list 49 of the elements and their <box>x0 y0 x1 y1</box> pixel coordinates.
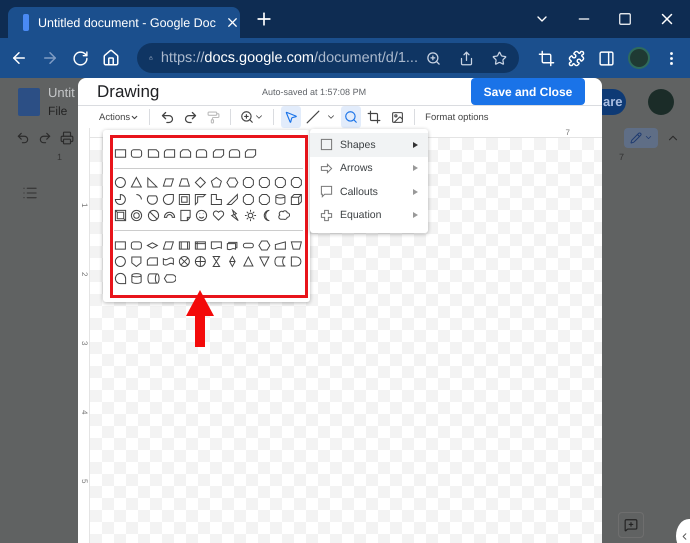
redo-icon[interactable] <box>182 110 198 124</box>
address-bar[interactable]: https://docs.google.com/document/d/1... <box>137 43 519 73</box>
ruler-number: 1 <box>79 203 89 210</box>
submenu-arrow-icon <box>413 142 418 148</box>
menu-item[interactable]: Shapes <box>310 133 428 156</box>
ruler-number: 3 <box>79 341 89 348</box>
format-options-button[interactable]: Format options <box>422 112 492 122</box>
reload-icon[interactable] <box>72 50 89 66</box>
submenu-arrow-icon <box>413 188 418 195</box>
ruler-number: 7 <box>566 128 570 137</box>
submenu-arrow-icon <box>413 165 418 172</box>
pointer-arrow <box>186 290 214 347</box>
speech-bubble-icon <box>320 185 333 198</box>
submenu-arrow-icon <box>413 212 418 218</box>
plus-icon <box>320 208 333 222</box>
dialog-title: Drawing <box>97 82 160 102</box>
menu-item[interactable]: Equation <box>310 204 428 227</box>
menu-item[interactable]: Arrows <box>310 156 428 180</box>
undo-icon[interactable] <box>160 110 175 124</box>
arrow-icon <box>320 162 333 175</box>
browser-tab[interactable]: Untitled document - Google Doc <box>8 7 240 38</box>
save-and-close-button[interactable]: Save and Close <box>471 78 585 105</box>
autosave-status: Auto-saved at 1:57:08 PM <box>262 86 366 96</box>
add-comment-button[interactable] <box>618 512 644 538</box>
profile-avatar[interactable] <box>648 88 674 114</box>
pointer-icon[interactable] <box>284 110 298 124</box>
side-panel-icon[interactable] <box>598 50 615 66</box>
extensions-icon[interactable] <box>568 50 585 66</box>
actions-menu[interactable]: Actions <box>96 112 142 122</box>
menu-item[interactable]: Callouts <box>310 180 428 204</box>
home-icon[interactable] <box>102 49 120 67</box>
image-icon[interactable] <box>390 110 404 124</box>
star-icon[interactable] <box>492 50 507 66</box>
square-icon <box>320 138 333 152</box>
ruler-number: 4 <box>79 410 89 416</box>
back-icon[interactable] <box>10 49 28 67</box>
comment-icon[interactable] <box>624 518 638 532</box>
ruler-number: 5 <box>79 479 89 486</box>
zoom-icon[interactable] <box>426 50 441 66</box>
shape-tool[interactable] <box>341 106 362 128</box>
share-icon[interactable] <box>459 50 474 66</box>
forward-icon[interactable] <box>41 49 59 67</box>
select-tool[interactable] <box>281 106 302 128</box>
document-title[interactable]: Untit <box>48 85 75 100</box>
line-icon[interactable] <box>306 110 320 124</box>
maximize-icon[interactable] <box>618 12 632 26</box>
url-text: https://docs.google.com/document/d/1... <box>160 50 418 66</box>
ruler-number: 2 <box>79 272 89 278</box>
zoom-icon[interactable] <box>240 110 254 124</box>
